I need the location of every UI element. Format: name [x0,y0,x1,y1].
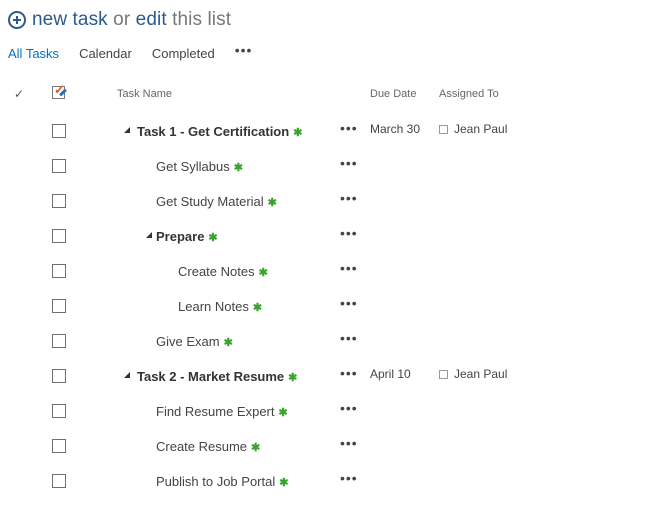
task-name[interactable]: Prepare ✱ [156,229,218,244]
table-row[interactable]: Learn Notes ✱ ••• [0,295,647,340]
row-checkbox[interactable] [52,124,66,138]
new-item-icon: ✱ [208,232,218,244]
item-menu-button[interactable]: ••• [340,260,358,276]
item-menu-button[interactable]: ••• [340,435,358,451]
item-menu-button[interactable]: ••• [340,225,358,241]
table-row[interactable]: Find Resume Expert ✱ ••• [0,400,647,445]
edit-link[interactable]: edit [136,9,167,30]
assigned-to[interactable]: Jean Paul [439,122,507,136]
task-name[interactable]: Task 2 - Market Resume ✱ [137,369,297,384]
table-row[interactable]: Create Notes ✱ ••• [0,260,647,305]
table-row[interactable]: Task 1 - Get Certification ✱ ••• March 30 Je… [0,120,647,165]
task-name-text: Task 1 - Get Certification [137,124,290,139]
item-menu-button[interactable]: ••• [340,330,358,346]
task-name[interactable]: Task 1 - Get Certification ✱ [137,124,302,139]
view-tabs: All Tasks Calendar Completed ••• [8,42,253,62]
row-checkbox[interactable] [52,369,66,383]
table-row[interactable]: Publish to Job Portal ✱ ••• [0,470,647,515]
new-task-bar: new task or edit this list [8,6,231,34]
new-task-text: new task or edit this list [32,9,231,31]
more-views-button[interactable]: ••• [235,42,253,58]
task-name-text: Get Syllabus [156,159,230,174]
row-checkbox[interactable] [52,439,66,453]
item-menu-button[interactable]: ••• [340,400,358,416]
assignee-name: Jean Paul [454,367,508,381]
row-checkbox[interactable] [52,299,66,313]
table-row[interactable]: Give Exam ✱ ••• [0,330,647,375]
item-menu-button[interactable]: ••• [340,365,358,381]
new-item-icon: ✱ [252,302,263,314]
table-row[interactable]: Prepare ✱ ••• [0,225,647,270]
task-name-text: Learn Notes [178,299,249,314]
row-checkbox[interactable] [52,194,66,208]
row-checkbox[interactable] [52,159,66,173]
row-checkbox[interactable] [52,229,66,243]
new-item-icon: ✱ [278,407,288,419]
task-name-text: Create Resume [156,439,248,454]
task-name[interactable]: Create Notes ✱ [178,264,268,279]
table-row[interactable]: Get Study Material ✱ ••• [0,190,647,235]
checkmark-icon: ✓ [14,87,25,101]
new-item-icon: ✱ [258,267,268,279]
view-completed[interactable]: Completed [152,46,215,61]
task-name[interactable]: Publish to Job Portal ✱ [156,474,288,489]
item-menu-button[interactable]: ••• [340,470,358,486]
item-menu-button[interactable]: ••• [340,295,358,311]
task-name[interactable]: Find Resume Expert ✱ [156,404,288,419]
new-item-icon: ✱ [233,162,243,174]
task-name-text: Get Study Material [156,194,264,209]
new-item-icon: ✱ [223,337,233,349]
due-date: April 10 [370,367,411,381]
select-all-checkbox[interactable]: ✓ [52,82,67,99]
collapse-triangle-icon[interactable] [124,372,130,378]
presence-icon [439,369,448,379]
table-row[interactable]: Task 2 - Market Resume ✱ ••• April 10 Jean P… [0,365,647,410]
row-checkbox[interactable] [52,264,66,278]
item-menu-button[interactable]: ••• [340,155,358,171]
view-calendar[interactable]: Calendar [79,46,132,61]
task-name-text: Prepare [156,229,205,244]
this-list-text: this list [172,9,232,30]
new-task-link[interactable]: new task [32,9,108,30]
task-name[interactable]: Give Exam ✱ [156,334,233,349]
new-item-icon: ✱ [279,477,289,489]
presence-icon [439,124,448,134]
row-checkbox[interactable] [52,334,66,348]
row-checkbox[interactable] [52,404,66,418]
task-name[interactable]: Get Study Material ✱ [156,194,277,209]
task-name-text: Give Exam [156,334,220,349]
new-item-icon: ✱ [288,372,298,384]
task-name-text: Task 2 - Market Resume [137,369,285,384]
item-menu-button[interactable]: ••• [340,120,358,136]
header-due-date[interactable]: Due Date [370,88,416,100]
table-row[interactable]: Get Syllabus ✱ ••• [0,155,647,200]
new-item-icon: ✱ [251,442,261,454]
due-date: March 30 [370,122,421,136]
collapse-triangle-icon[interactable] [146,232,152,238]
task-name[interactable]: Get Syllabus ✱ [156,159,243,174]
task-name-text: Find Resume Expert [156,404,275,419]
new-item-icon: ✱ [267,197,277,209]
header-assigned-to[interactable]: Assigned To [439,88,499,100]
task-name[interactable]: Create Resume ✱ [156,439,260,454]
or-text: or [113,9,131,30]
assigned-to[interactable]: Jean Paul [439,367,507,381]
row-checkbox[interactable] [52,474,66,488]
header-row: ✓ ✓ Task Name Due Date Assigned To [0,78,647,110]
task-name-text: Create Notes [178,264,255,279]
item-menu-button[interactable]: ••• [340,190,358,206]
header-task-name[interactable]: Task Name [117,88,172,100]
new-item-icon: ✱ [293,127,303,139]
add-circle-icon[interactable] [8,11,26,29]
task-name[interactable]: Learn Notes ✱ [178,299,262,314]
task-name-text: Publish to Job Portal [156,474,276,489]
view-all-tasks[interactable]: All Tasks [8,46,59,61]
table-row[interactable]: Create Resume ✱ ••• [0,435,647,480]
assignee-name: Jean Paul [454,122,508,136]
collapse-triangle-icon[interactable] [124,127,130,133]
